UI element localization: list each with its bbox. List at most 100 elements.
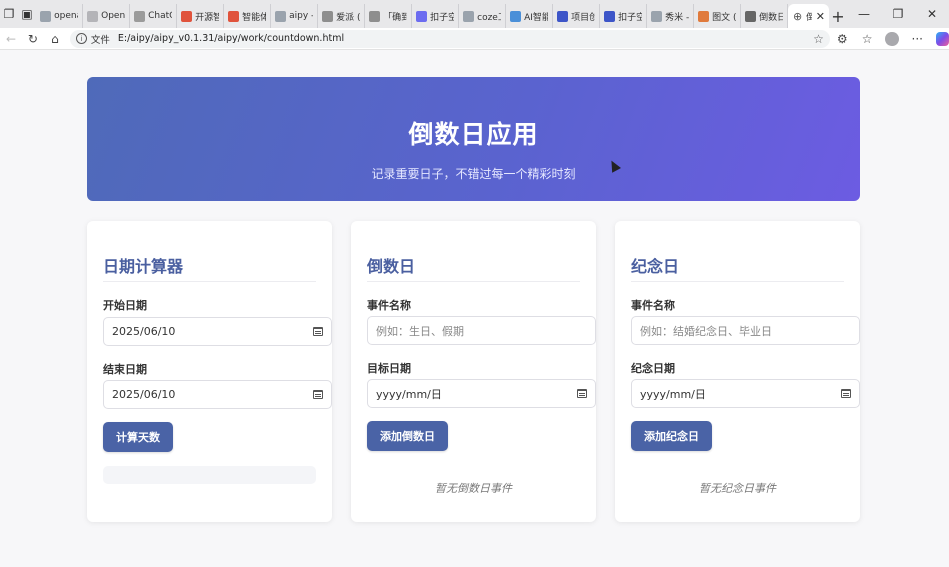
browser-tabstrip: ❐ ▣ opena OpenA ChatG 开源智 智能体 aipy - 爱派 ( 「确到 扣子… [0,0,949,28]
window-controls: — ❐ ✕ [847,0,949,28]
browser-tab[interactable]: 扣子空 [600,4,648,28]
calendar-icon[interactable] [841,389,851,398]
back-icon[interactable]: ← [0,28,22,50]
site-info-icon[interactable]: i [75,33,87,44]
calculation-result [103,466,316,484]
tab-favicon-icon [275,10,287,22]
countdown-date-placeholder: yyyy/mm/日 [376,387,442,401]
end-date-value: 2025/06/10 [112,388,176,401]
browser-tab[interactable]: 扣子空 [412,4,460,28]
divider [367,281,580,282]
tab-favicon-icon [40,10,52,22]
tab-favicon-icon [369,10,381,22]
reload-icon[interactable]: ↻ [22,28,44,50]
minimize-icon[interactable]: — [847,0,881,28]
calendar-icon[interactable] [577,389,587,398]
protocol-label: 文件 [90,34,110,46]
tab-favicon-icon [698,10,710,22]
browser-tab[interactable]: AI智能 [506,4,554,28]
tab-favicon-icon [228,10,240,22]
address-bar[interactable]: i 文件 E:/aipy/aipy_v0.1.31/aipy/work/coun… [69,29,830,48]
new-tab-button[interactable]: + [829,4,847,28]
anniversary-name-placeholder: 例如：结婚纪念日、毕业日 [640,324,772,338]
calculate-days-button[interactable]: 计算天数 [103,422,173,452]
browser-tab[interactable]: 倒数日 [741,4,789,28]
tab-title: ChatG [148,11,172,21]
tab-favicon-icon [463,10,475,22]
anniversary-name-input[interactable]: 例如：结婚纪念日、毕业日 [631,316,860,345]
anniversary-date-input[interactable]: yyyy/mm/日 [631,379,860,408]
globe-icon: ⊕ [793,9,803,23]
tab-favicon-icon [557,10,569,22]
calendar-icon[interactable] [313,390,323,399]
restore-icon[interactable]: ❐ [881,0,915,28]
workspaces-icon[interactable]: ❐ [0,0,18,28]
anniversary-card: 纪念日 事件名称 例如：结婚纪念日、毕业日 纪念日期 yyyy/mm/日 添加纪… [615,221,860,522]
anniversary-date-label: 纪念日期 [631,362,675,375]
browser-tab[interactable]: coze工 [459,4,507,28]
countdown-name-placeholder: 例如：生日、假期 [376,324,464,338]
tab-favicon-icon [416,10,428,22]
tab-title: 扣子空 [430,12,454,23]
page-subtitle: 记录重要日子，不错过每一个精彩时刻 [371,167,576,181]
countdown-name-input[interactable]: 例如：生日、假期 [367,316,596,345]
tab-title: 倒数日 [759,12,783,23]
tab-title: 项目创 [571,12,595,23]
browser-tab[interactable]: 秀米 - [647,4,695,28]
start-date-value: 2025/06/10 [112,325,176,338]
countdown-card: 倒数日 事件名称 例如：生日、假期 目标日期 yyyy/mm/日 添加倒数日 暂… [351,221,596,522]
countdown-name-label: 事件名称 [367,299,411,312]
anniversary-date-placeholder: yyyy/mm/日 [640,387,706,401]
browser-tab[interactable]: 「确到 [365,4,413,28]
tab-favicon-icon [745,10,757,22]
close-window-icon[interactable]: ✕ [915,0,949,28]
calendar-icon[interactable] [313,327,323,336]
tab-title: 秀米 - [665,12,690,23]
browser-tab[interactable]: aipy - [271,4,319,28]
tab-title: 图文 ( [712,12,737,23]
browser-tab[interactable]: OpenA [83,4,131,28]
anniversary-name-label: 事件名称 [631,299,675,312]
close-tab-icon[interactable]: ✕ [816,10,825,23]
profile-avatar[interactable] [885,31,899,46]
tab-title: aipy - [289,11,314,21]
browser-tab[interactable]: 爱派 ( [318,4,366,28]
anniversary-empty-message: 暂无纪念日事件 [699,482,776,495]
more-menu-icon[interactable]: ··· [905,28,930,50]
tab-title: OpenA [101,11,126,21]
tab-favicon-icon [322,10,334,22]
tab-favicon-icon [604,10,616,22]
home-icon[interactable]: ⌂ [44,28,66,50]
countdown-date-label: 目标日期 [367,362,411,375]
tab-title: AI智能 [524,12,548,23]
url-text: E:/aipy/aipy_v0.1.31/aipy/work/countdown… [117,33,345,44]
browser-tab[interactable]: ChatG [130,4,178,28]
tab-title: 扣子空 [618,12,642,23]
tab-favicon-icon [651,10,663,22]
start-date-input[interactable]: 2025/06/10 [103,317,332,346]
anniversary-title: 纪念日 [631,257,680,276]
browser-tab[interactable]: 图文 ( [694,4,742,28]
hero-banner: 倒数日应用 记录重要日子，不错过每一个精彩时刻 [87,77,860,201]
tab-title: 爱派 ( [336,12,361,23]
countdown-date-input[interactable]: yyyy/mm/日 [367,379,596,408]
tab-title: 开源智 [195,12,219,23]
favorite-star-icon[interactable]: ☆ [813,32,824,46]
copilot-icon[interactable] [935,31,949,46]
favorites-icon[interactable]: ☆ [855,28,880,50]
tab-title: 「确到 [383,12,407,23]
browser-tab[interactable]: 智能体 [224,4,272,28]
date-calculator-card: 日期计算器 开始日期 2025/06/10 结束日期 2025/06/10 计算… [87,221,332,522]
browser-tab[interactable]: 项目创 [553,4,601,28]
browser-tab[interactable]: 开源智 [177,4,225,28]
add-countdown-button[interactable]: 添加倒数日 [367,421,448,451]
tab-actions-icon[interactable]: ▣ [18,0,36,28]
browser-tab[interactable]: opena [36,4,84,28]
add-anniversary-button[interactable]: 添加纪念日 [631,421,712,451]
extensions-icon[interactable]: ⚙ [830,28,855,50]
tab-active[interactable]: ⊕ 倒 ✕ [788,4,829,28]
countdown-title: 倒数日 [367,257,416,276]
divider [631,281,844,282]
tab-favicon-icon [134,10,146,22]
end-date-input[interactable]: 2025/06/10 [103,380,332,409]
